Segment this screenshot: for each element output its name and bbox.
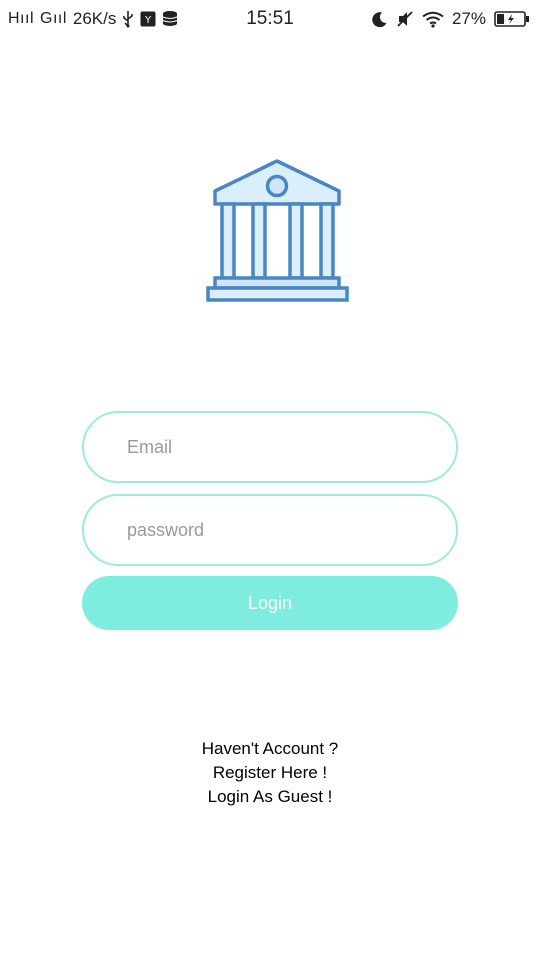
svg-text:Y: Y	[144, 15, 152, 26]
usb-icon	[122, 10, 134, 28]
guest-login-link[interactable]: Login As Guest !	[0, 785, 540, 809]
moon-icon	[371, 11, 388, 28]
no-account-text: Haven't Account ?	[201, 739, 339, 758]
bank-icon	[205, 158, 350, 303]
network-speed: 26K/s	[72, 9, 117, 28]
carrier-signal-1: Hııl	[8, 10, 34, 27]
battery-icon	[494, 11, 530, 27]
status-left: Hııl Gııl 26K/s Y	[8, 0, 180, 38]
login-button[interactable]: Login	[82, 576, 458, 630]
password-field[interactable]	[82, 494, 458, 566]
password-input[interactable]	[84, 496, 456, 564]
app-icon: Y	[140, 11, 156, 27]
wifi-icon	[422, 11, 444, 28]
register-link[interactable]: Register Here !	[0, 761, 540, 785]
carrier-signal-2: Gııl	[40, 10, 67, 27]
email-input[interactable]	[84, 413, 456, 481]
email-field[interactable]	[82, 411, 458, 483]
status-right: 27%	[371, 0, 530, 38]
mute-icon	[396, 10, 414, 28]
storage-icon	[162, 10, 180, 28]
account-links: Haven't Account ? Register Here ! Login …	[0, 737, 540, 809]
login-button-label: Login	[247, 592, 293, 613]
clock-time: 15:51	[246, 8, 294, 29]
status-bar: Hııl Gııl 26K/s Y 15:51 27%	[0, 0, 540, 38]
battery-percent: 27%	[451, 9, 486, 28]
